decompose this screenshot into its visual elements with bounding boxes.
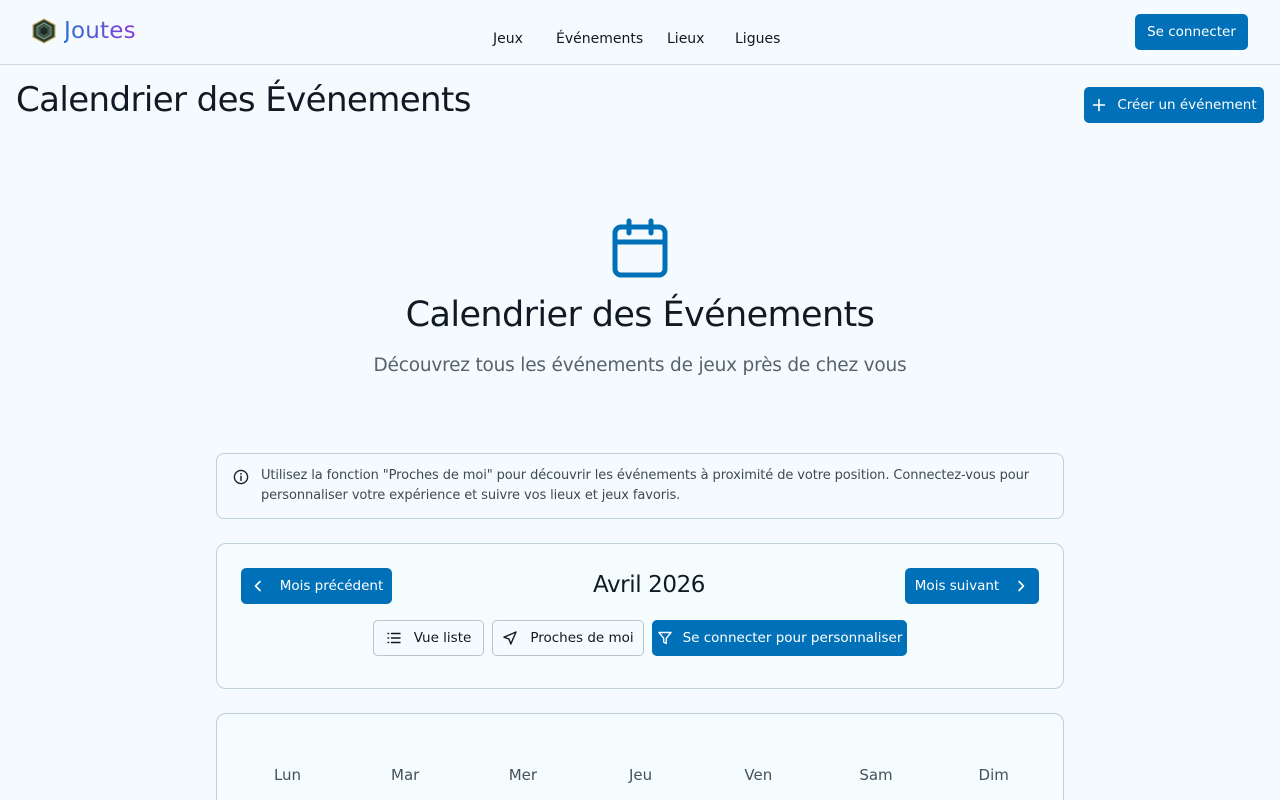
page-title: Calendrier des Événements xyxy=(16,80,471,120)
navigation-arrow-icon xyxy=(503,631,518,645)
main-nav: Jeux Événements Lieux Ligues xyxy=(0,31,1280,49)
info-text: Utilisez la fonction "Proches de moi" po… xyxy=(261,468,1029,503)
calendar-icon xyxy=(612,218,668,278)
list-view-label: Vue liste xyxy=(413,630,472,646)
weekday-label: Sam xyxy=(859,766,893,784)
list-view-button[interactable]: Vue liste xyxy=(373,620,484,656)
create-event-button[interactable]: Créer un événement xyxy=(1084,87,1264,123)
near-me-label: Proches de moi xyxy=(530,630,634,646)
weekday-label: Jeu xyxy=(629,766,653,784)
top-navigation-bar: Joutes Jeux Événements Lieux Ligues Se c… xyxy=(0,0,1280,65)
weekday-header: Lun Mar Mer Jeu Ven Sam Dim xyxy=(229,766,1053,784)
weekday-label: Dim xyxy=(978,766,1009,784)
calendar-grid-card: Lun Mar Mer Jeu Ven Sam Dim xyxy=(216,713,1064,800)
nav-link-ligues[interactable]: Ligues xyxy=(735,31,780,47)
nav-link-evenements[interactable]: Événements xyxy=(556,31,643,47)
weekday-label: Mar xyxy=(391,766,420,784)
calendar-controls-card: Mois précédent Avril 2026 Mois suivant V… xyxy=(216,543,1064,689)
chevron-right-icon xyxy=(1018,580,1025,592)
login-to-personalize-label: Se connecter pour personnaliser xyxy=(682,630,903,646)
info-alert: Utilisez la fonction "Proches de moi" po… xyxy=(216,453,1064,519)
weekday-label: Ven xyxy=(744,766,773,784)
next-month-label: Mois suivant xyxy=(914,578,1000,594)
weekday-label: Lun xyxy=(273,766,302,784)
login-to-personalize-button[interactable]: Se connecter pour personnaliser xyxy=(652,620,907,656)
nav-link-lieux[interactable]: Lieux xyxy=(667,31,704,47)
hero-subtitle: Découvrez tous les événements de jeux pr… xyxy=(373,355,907,376)
next-month-button[interactable]: Mois suivant xyxy=(905,568,1039,604)
weekday-label: Mer xyxy=(508,766,538,784)
login-button[interactable]: Se connecter xyxy=(1135,14,1248,50)
near-me-button[interactable]: Proches de moi xyxy=(492,620,644,656)
create-event-label: Créer un événement xyxy=(1117,97,1257,113)
list-icon xyxy=(386,632,401,644)
hero-title: Calendrier des Événements xyxy=(405,295,875,335)
plus-icon xyxy=(1093,98,1106,112)
filter-icon xyxy=(657,631,672,645)
info-icon xyxy=(233,469,249,485)
nav-link-jeux[interactable]: Jeux xyxy=(493,31,523,47)
